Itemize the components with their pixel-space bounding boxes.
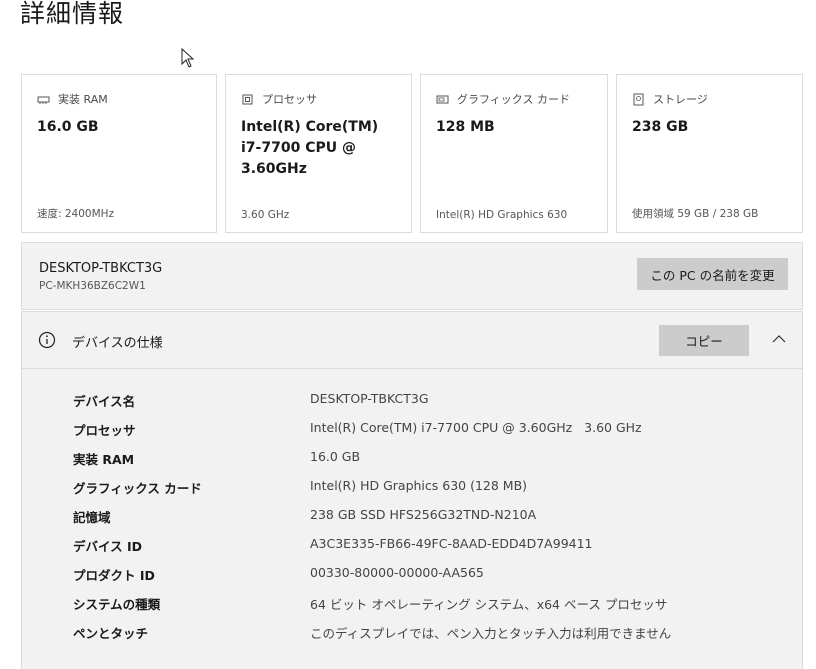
device-name: DESKTOP-TBKCT3G: [39, 261, 163, 276]
card-label: グラフィックス カード: [457, 93, 570, 106]
mouse-cursor-icon: [181, 48, 195, 68]
spec-row: デバイス名 DESKTOP-TBKCT3G: [22, 388, 802, 417]
memory-icon: [37, 96, 50, 104]
spec-value: Intel(R) Core(TM) i7-7700 CPU @ 3.60GHz …: [310, 420, 642, 435]
card-graphics: グラフィックス カード 128 MB Intel(R) HD Graphics …: [420, 74, 608, 233]
spec-row: システムの種類 64 ビット オペレーティング システム、x64 ベース プロセ…: [22, 591, 802, 620]
card-label: ストレージ: [653, 93, 708, 106]
spec-row: ペンとタッチ このディスプレイでは、ペン入力とタッチ入力は利用できません: [22, 620, 802, 649]
rename-pc-button[interactable]: この PC の名前を変更: [637, 258, 788, 290]
spec-cards: 実装 RAM 16.0 GB 速度: 2400MHz プロセッサ Intel(R…: [21, 74, 803, 235]
storage-icon: [633, 93, 644, 105]
device-specs-title: デバイスの仕様: [72, 336, 163, 351]
spec-label: グラフィックス カード: [73, 481, 202, 496]
spec-label: システムの種類: [73, 597, 161, 612]
card-label: プロセッサ: [262, 93, 317, 106]
spec-value: DESKTOP-TBKCT3G: [310, 391, 429, 406]
spec-row: プロダクト ID 00330-80000-00000-AA565: [22, 562, 802, 591]
copy-button[interactable]: コピー: [659, 325, 749, 356]
card-footnote: Intel(R) HD Graphics 630: [436, 209, 568, 221]
spec-label: プロセッサ: [73, 423, 136, 438]
graphics-card-icon: [436, 95, 449, 103]
spec-value: 64 ビット オペレーティング システム、x64 ベース プロセッサ: [310, 597, 668, 612]
spec-label: プロダクト ID: [73, 568, 155, 583]
card-value: 128 MB: [436, 119, 495, 135]
page-title: 詳細情報: [20, 0, 125, 28]
spec-value: Intel(R) HD Graphics 630 (128 MB): [310, 478, 528, 493]
spec-label: ペンとタッチ: [73, 626, 149, 641]
device-name-panel: DESKTOP-TBKCT3G PC-MKH36BZ6C2W1 この PC の名…: [21, 242, 803, 310]
info-icon: [38, 331, 56, 349]
card-value: 238 GB: [632, 119, 689, 135]
spec-row: 実装 RAM 16.0 GB: [22, 446, 802, 475]
spec-row: デバイス ID A3C3E335-FB66-49FC-8AAD-EDD4D7A9…: [22, 533, 802, 562]
spec-row: グラフィックス カード Intel(R) HD Graphics 630 (12…: [22, 475, 802, 504]
card-label: 実装 RAM: [58, 93, 108, 106]
card-footnote: 速度: 2400MHz: [37, 208, 115, 220]
spec-value: 16.0 GB: [310, 449, 361, 464]
card-value: Intel(R) Core(TM) i7-7700 CPU @ 3.60GHz: [241, 119, 379, 177]
spec-label: デバイス ID: [73, 539, 143, 554]
card-ram: 実装 RAM 16.0 GB 速度: 2400MHz: [21, 74, 217, 233]
spec-row: 記憶域 238 GB SSD HFS256G32TND-N210A: [22, 504, 802, 533]
spec-label: 実装 RAM: [73, 452, 135, 467]
spec-label: デバイス名: [73, 394, 136, 409]
spec-value: 238 GB SSD HFS256G32TND-N210A: [310, 507, 537, 522]
spec-value: 00330-80000-00000-AA565: [310, 565, 484, 580]
spec-rows: デバイス名 DESKTOP-TBKCT3G プロセッサ Intel(R) Cor…: [22, 388, 802, 649]
card-footnote: 3.60 GHz: [241, 209, 290, 221]
card-storage: ストレージ 238 GB 使用領域 59 GB / 238 GB: [616, 74, 803, 233]
device-specs-header[interactable]: デバイスの仕様 コピー: [22, 312, 802, 369]
device-model: PC-MKH36BZ6C2W1: [39, 280, 146, 292]
device-specs-panel: デバイスの仕様 コピー デバイス名 DESKTOP-TBKCT3G プロセッサ …: [21, 311, 803, 669]
card-value: 16.0 GB: [37, 119, 99, 135]
card-processor: プロセッサ Intel(R) Core(TM) i7-7700 CPU @ 3.…: [225, 74, 412, 233]
card-footnote: 使用領域 59 GB / 238 GB: [632, 208, 759, 220]
spec-value: A3C3E335-FB66-49FC-8AAD-EDD4D7A99411: [310, 536, 593, 551]
chevron-up-icon[interactable]: [772, 334, 786, 344]
spec-label: 記憶域: [73, 510, 111, 525]
processor-icon: [242, 94, 253, 104]
spec-value: このディスプレイでは、ペン入力とタッチ入力は利用できません: [310, 626, 672, 641]
spec-row: プロセッサ Intel(R) Core(TM) i7-7700 CPU @ 3.…: [22, 417, 802, 446]
